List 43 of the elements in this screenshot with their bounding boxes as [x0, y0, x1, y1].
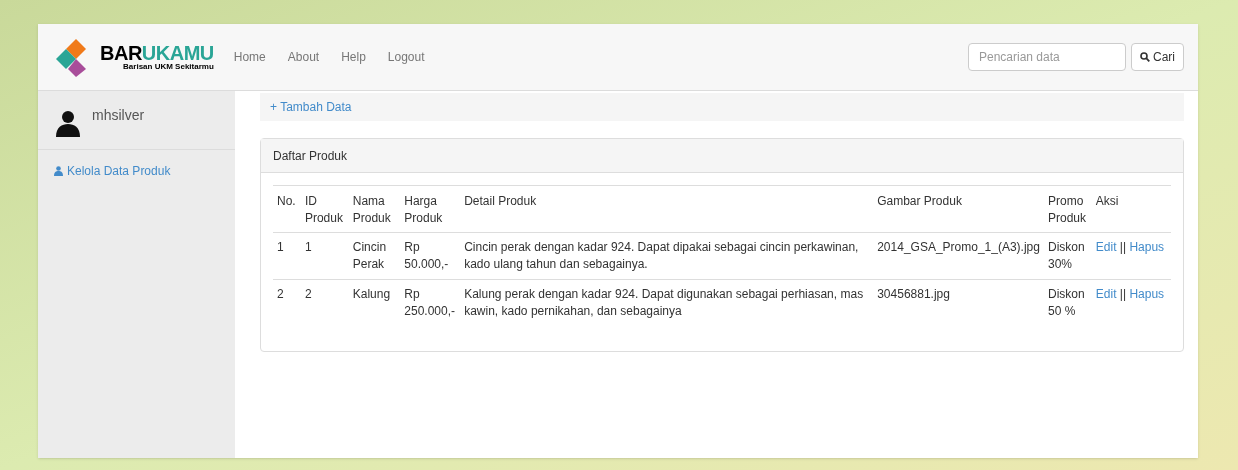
column-header: Gambar Produk	[873, 185, 1044, 233]
search-button[interactable]: Cari	[1131, 43, 1184, 71]
column-header: No.	[273, 185, 301, 233]
nav-link[interactable]: About	[287, 48, 320, 66]
search-field[interactable]: Pencarian data	[968, 43, 1126, 71]
image-cell: 30456881.jpg	[873, 279, 1044, 326]
column-header: Detail Produk	[460, 185, 874, 233]
user-icon	[54, 166, 63, 176]
promo-cell: Diskon 30%	[1043, 232, 1092, 280]
column-header: Nama Produk	[348, 185, 401, 233]
promo-cell: Diskon 50 %	[1043, 279, 1092, 326]
detail-cell: Cincin perak dengan kadar 924. Dapat dipakai sebagai cincin perkawinan, kado ulang tahun dan sebagainya.	[460, 232, 874, 280]
price-cell: Rp 50.000,-	[400, 232, 461, 280]
edit-link[interactable]: Edit	[1095, 287, 1117, 301]
name-cell: Cincin Perak	[348, 232, 401, 280]
nav-link[interactable]: Logout	[387, 48, 425, 66]
search-icon	[1140, 52, 1150, 62]
add-data-link[interactable]: + Tambah Data	[270, 98, 352, 116]
id-cell: 2	[300, 279, 349, 326]
image-cell: 2014_GSA_Promo_1_(A3).jpg	[873, 232, 1044, 280]
name-cell: Kalung	[348, 279, 401, 326]
edit-link[interactable]: Edit	[1095, 240, 1117, 254]
logo-tagline: Barisan UKM Sekitarmu	[123, 63, 214, 71]
delete-link[interactable]: Hapus	[1129, 287, 1165, 301]
sidebar-link[interactable]: Kelola Data Produk	[38, 150, 235, 180]
username: mhsilver	[92, 106, 145, 125]
link-separator: ||	[1119, 287, 1127, 301]
link-separator: ||	[1119, 240, 1127, 254]
delete-link[interactable]: Hapus	[1129, 240, 1165, 254]
logo-wordmark: BARUKAMU	[100, 43, 214, 63]
column-header: Harga Produk	[400, 185, 461, 233]
column-header: Aksi	[1091, 185, 1171, 233]
nav-link[interactable]: Help	[341, 48, 366, 66]
panel-title: Daftar Produk	[273, 147, 348, 165]
user-icon	[54, 109, 82, 137]
detail-cell: Kalung perak dengan kadar 924. Dapat digunakan sebagai perhiasan, mas kawin, kado pernikahan, dan sebagainya	[460, 279, 874, 326]
nav-link[interactable]: Home	[233, 48, 266, 66]
id-cell: 1	[300, 232, 349, 280]
column-header: ID Produk	[300, 185, 349, 233]
number-cell: 2	[273, 279, 301, 326]
number-cell: 1	[273, 232, 301, 280]
price-cell: Rp 250.000,-	[400, 279, 461, 326]
column-header: Promo Produk	[1043, 185, 1092, 233]
